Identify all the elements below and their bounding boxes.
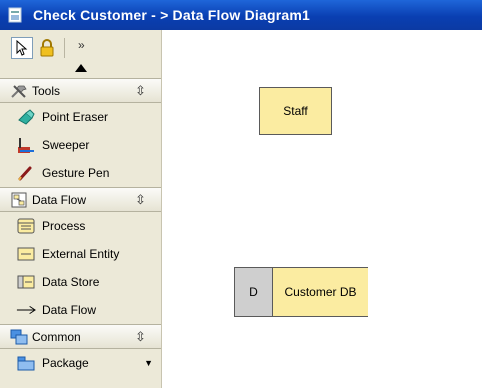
group-label-data-flow: Data Flow — [32, 192, 87, 207]
palette-toolbar: » — [0, 30, 161, 78]
diagram-palette: » Tools ⇳ Point Eraser Sweeper Gesture P… — [0, 30, 162, 388]
process-icon — [16, 217, 36, 235]
palette-item-external-entity[interactable]: External Entity — [0, 240, 161, 268]
expand-toggle-icon[interactable]: ⇳ — [135, 83, 146, 99]
expand-toggle-icon[interactable]: ⇳ — [135, 192, 146, 208]
palette-item-gesture-pen[interactable]: Gesture Pen — [0, 159, 161, 187]
arrow-icon — [16, 301, 36, 319]
palette-item-label: Sweeper — [42, 138, 90, 152]
palette-item-label: External Entity — [42, 247, 120, 261]
title-bar: Check Customer - > Data Flow Diagram1 — [0, 0, 482, 30]
group-header-common[interactable]: Common ⇳ — [0, 324, 161, 349]
toolbar-overflow-button[interactable]: » — [78, 39, 85, 51]
palette-item-label: Process — [42, 219, 86, 233]
pen-icon — [16, 164, 36, 182]
palette-item-process[interactable]: Process — [0, 212, 161, 240]
eraser-icon — [16, 108, 36, 126]
lock-icon — [40, 39, 54, 57]
data-flow-icon — [10, 191, 28, 209]
app-icon — [7, 7, 23, 23]
palette-item-label: Data Flow — [42, 303, 97, 317]
collapse-arrow-icon[interactable] — [75, 64, 87, 72]
palette-item-label: Package — [42, 356, 89, 370]
group-header-data-flow[interactable]: Data Flow ⇳ — [0, 187, 161, 212]
palette-item-package[interactable]: Package ▼ — [0, 349, 161, 377]
data-store-shape[interactable]: D Customer DB — [234, 267, 368, 317]
group-header-tools[interactable]: Tools ⇳ — [0, 78, 161, 103]
pointer-icon — [16, 40, 28, 56]
palette-item-label: Gesture Pen — [42, 166, 110, 180]
palette-item-data-store[interactable]: Data Store — [0, 268, 161, 296]
palette-item-point-eraser[interactable]: Point Eraser — [0, 103, 161, 131]
external-entity-shape[interactable]: Staff — [259, 87, 332, 135]
diagram-canvas[interactable]: Staff D Customer DB — [162, 30, 482, 388]
tools-icon — [10, 82, 28, 100]
lock-button[interactable] — [36, 37, 58, 59]
toolbar-separator — [64, 38, 65, 58]
palette-item-label: Data Store — [42, 275, 100, 289]
dropdown-arrow-icon[interactable]: ▼ — [144, 358, 153, 368]
window-title: Check Customer - > Data Flow Diagram1 — [33, 7, 310, 23]
data-store-label: Customer DB — [273, 268, 368, 316]
data-store-id: D — [235, 268, 273, 316]
package-icon — [16, 354, 36, 372]
external-entity-label: Staff — [283, 104, 308, 118]
group-label-common: Common — [32, 329, 81, 344]
palette-item-label: Point Eraser — [42, 110, 109, 124]
selector-button[interactable] — [11, 37, 33, 59]
data-store-icon — [16, 273, 36, 291]
sweeper-icon — [16, 136, 36, 154]
group-label-tools: Tools — [32, 83, 61, 98]
palette-item-data-flow[interactable]: Data Flow — [0, 296, 161, 324]
palette-item-sweeper[interactable]: Sweeper — [0, 131, 161, 159]
expand-toggle-icon[interactable]: ⇳ — [135, 329, 146, 345]
common-icon — [10, 328, 28, 346]
external-entity-icon — [16, 245, 36, 263]
